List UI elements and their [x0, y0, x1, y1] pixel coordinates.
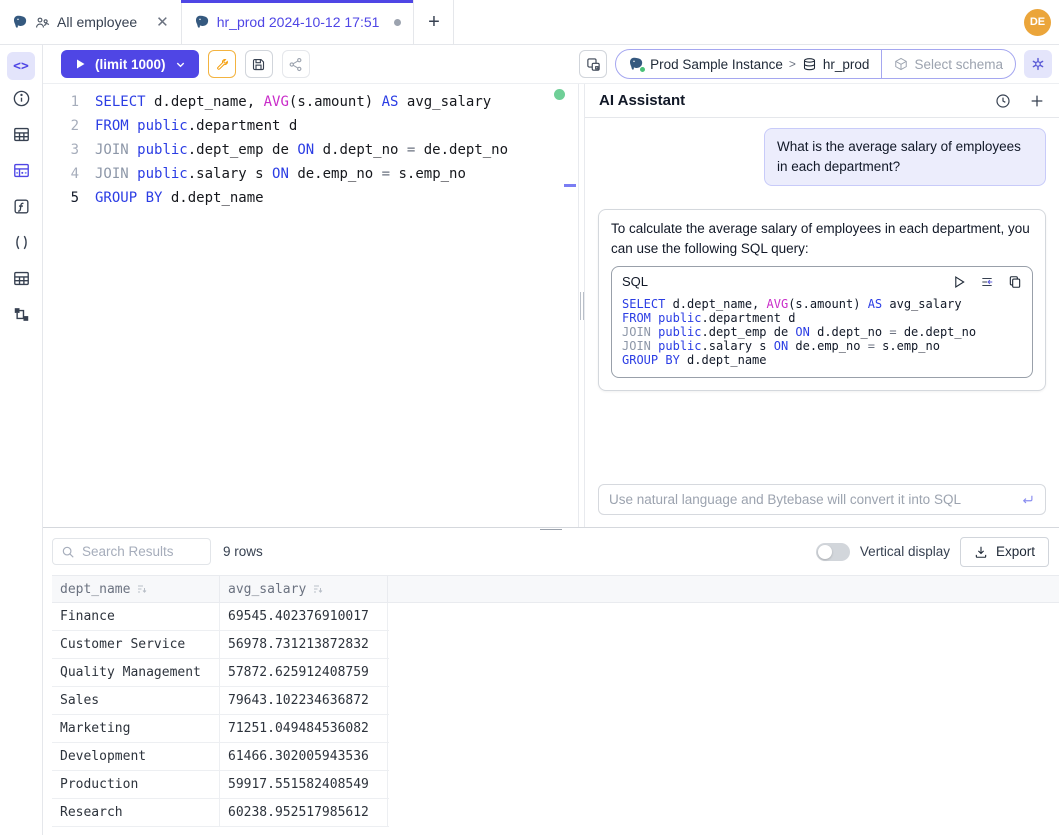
user-message-bubble: What is the average salary of employees … [764, 128, 1046, 186]
editor-line[interactable]: 3JOIN public.dept_emp de ON d.dept_no = … [43, 138, 578, 162]
tab-label: All employee [57, 14, 137, 30]
run-query-button[interactable]: (limit 1000) [61, 50, 199, 78]
schema-cube-icon [894, 57, 908, 71]
play-icon [74, 58, 86, 70]
scrollbar-cursor-marker [564, 184, 576, 187]
results-searchbox [52, 538, 211, 565]
horizontal-splitter-grip[interactable] [540, 527, 562, 530]
save-button[interactable] [245, 50, 273, 78]
ai-code-line: JOIN public.dept_emp de ON d.dept_no = d… [622, 325, 1022, 339]
table-row[interactable]: Quality Management57872.625912408759 [52, 659, 389, 687]
table-row[interactable]: Production59917.551582408549 [52, 771, 389, 799]
table-row[interactable]: Finance69545.402376910017 [52, 603, 389, 631]
tab-all-employee[interactable]: All employee ✕ [0, 0, 182, 44]
table-icon[interactable] [0, 116, 43, 152]
search-results-input[interactable] [82, 544, 202, 559]
share-button[interactable] [282, 50, 310, 78]
search-icon [61, 545, 75, 559]
ai-code-line: JOIN public.salary s ON de.emp_no = s.em… [622, 339, 1022, 353]
vertical-display-toggle[interactable] [816, 543, 850, 561]
function-icon[interactable] [0, 188, 43, 224]
ai-code-line: SELECT d.dept_name, AVG(s.amount) AS avg… [622, 297, 1022, 311]
left-sidebar: <> [0, 45, 43, 835]
schema-diagram-icon[interactable] [0, 152, 43, 188]
vertical-splitter[interactable] [578, 84, 585, 527]
vertical-display-label: Vertical display [860, 544, 950, 559]
column-header-empty [388, 576, 1059, 602]
instance-status-dot [639, 66, 646, 73]
enter-icon[interactable] [1020, 492, 1035, 507]
postgres-icon [12, 14, 28, 30]
sql-editor[interactable]: 1SELECT d.dept_name, AVG(s.amount) AS av… [43, 84, 578, 527]
postgres-icon [628, 56, 644, 72]
table-icon[interactable] [0, 260, 43, 296]
chevron-down-icon [175, 59, 186, 70]
history-icon[interactable] [995, 93, 1011, 109]
table-header-row: dept_name avg_salary [52, 575, 1059, 603]
ai-prompt-inputbox [598, 484, 1046, 515]
er-diagram-icon[interactable] [0, 296, 43, 332]
results-table: dept_name avg_salary [52, 575, 1059, 827]
tab-bar: All employee ✕ hr_prod 2024-10-12 17:51 … [0, 0, 1059, 45]
editor-line[interactable]: 5GROUP BY d.dept_name [43, 186, 578, 210]
code-language-label: SQL [622, 272, 648, 292]
shared-sheet-icon [35, 15, 50, 30]
insert-sql-icon[interactable] [979, 275, 995, 289]
sql-code-block: SQL [611, 266, 1033, 378]
results-panel: 9 rows Vertical display Export [43, 527, 1059, 835]
sql-editor-app: All employee ✕ hr_prod 2024-10-12 17:51 … [0, 0, 1059, 835]
assistant-message-card: To calculate the average salary of emplo… [598, 209, 1046, 391]
assistant-reply-text: To calculate the average salary of emplo… [611, 219, 1033, 259]
postgres-icon [194, 14, 210, 30]
splitter-grip [580, 292, 584, 320]
connection-selector: Prod Sample Instance > hr_prod Select [615, 49, 1016, 79]
ai-assistant-panel: AI Assistant What is the average salary … [585, 84, 1059, 527]
parentheses-icon[interactable] [0, 224, 43, 260]
column-header-avg-salary[interactable]: avg_salary [220, 576, 388, 602]
new-tab-button[interactable]: + [414, 0, 454, 44]
export-button[interactable]: Export [960, 537, 1049, 567]
table-row[interactable]: Customer Service56978.731213872832 [52, 631, 389, 659]
user-avatar[interactable]: DE [1024, 9, 1051, 36]
tab-hr-prod[interactable]: hr_prod 2024-10-12 17:51 [182, 0, 415, 44]
database-icon [802, 57, 817, 72]
ai-code-line: GROUP BY d.dept_name [622, 353, 1022, 367]
sort-icon [136, 583, 148, 595]
schema-selector[interactable]: Select schema [881, 50, 1015, 78]
editor-line[interactable]: 2FROM public.department d [43, 114, 578, 138]
unsaved-indicator-dot [394, 19, 401, 26]
editor-line[interactable]: 1SELECT d.dept_name, AVG(s.amount) AS av… [43, 90, 578, 114]
breadcrumb-separator: > [789, 57, 796, 71]
batch-mode-button[interactable] [579, 50, 607, 78]
new-chat-icon[interactable] [1029, 93, 1045, 109]
table-row[interactable]: Research60238.952517985612 [52, 799, 389, 827]
table-row[interactable]: Development61466.302005943536 [52, 743, 389, 771]
table-row[interactable]: Marketing71251.049484536082 [52, 715, 389, 743]
editor-line[interactable]: 4JOIN public.salary s ON de.emp_no = s.e… [43, 162, 578, 186]
ai-panel-title: AI Assistant [599, 92, 685, 109]
editor-toolbar: (limit 1000) [43, 45, 1059, 84]
ai-prompt-input[interactable] [609, 492, 1020, 507]
format-wrench-button[interactable] [208, 50, 236, 78]
database-selector[interactable]: Prod Sample Instance > hr_prod [616, 50, 881, 78]
editor-panel-toggle[interactable]: <> [7, 52, 35, 80]
table-row[interactable]: Sales79643.102234636872 [52, 687, 389, 715]
download-icon [974, 545, 988, 559]
openai-assistant-button[interactable] [1024, 50, 1052, 78]
close-icon[interactable]: ✕ [156, 15, 169, 30]
tab-label: hr_prod 2024-10-12 17:51 [217, 14, 380, 30]
column-header-dept-name[interactable]: dept_name [52, 576, 220, 602]
sort-icon [312, 583, 324, 595]
copy-icon[interactable] [1008, 275, 1022, 289]
connection-status-dot [554, 89, 565, 100]
run-sql-icon[interactable] [952, 275, 966, 289]
row-count-label: 9 rows [223, 544, 263, 559]
info-icon[interactable] [0, 80, 43, 116]
ai-code-line: FROM public.department d [622, 311, 1022, 325]
